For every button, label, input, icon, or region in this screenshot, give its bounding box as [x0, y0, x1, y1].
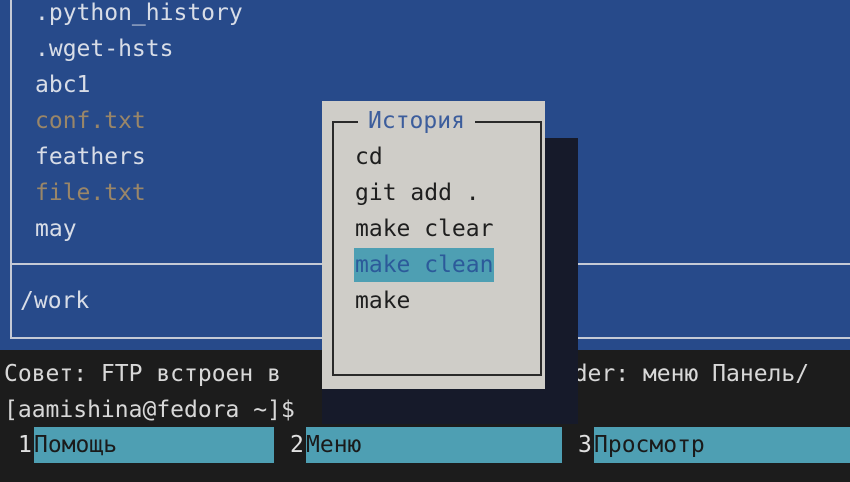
- history-item[interactable]: make: [354, 284, 411, 318]
- history-item[interactable]: cd: [354, 140, 384, 174]
- file-item[interactable]: .wget-hsts: [35, 32, 173, 66]
- fkey-number: 3: [578, 432, 592, 458]
- file-item[interactable]: .python_history: [35, 0, 243, 30]
- shell-prompt[interactable]: [aamishina@fedora ~]$: [4, 393, 295, 427]
- fkey-menu-button[interactable]: Меню: [306, 427, 562, 463]
- file-item[interactable]: file.txt: [35, 176, 146, 210]
- dialog-title: История: [358, 104, 475, 138]
- fkey-help-button[interactable]: Помощь: [34, 427, 274, 463]
- function-key-bar: 1 Помощь 2 Меню 3 Просмотр: [0, 427, 850, 463]
- history-item[interactable]: make clear: [354, 212, 494, 246]
- file-item[interactable]: may: [35, 212, 77, 246]
- hint-line-start: Совет: FTP встроен в: [4, 361, 281, 387]
- file-item[interactable]: abc1: [35, 68, 90, 102]
- fkey-number: 1: [18, 432, 32, 458]
- history-item[interactable]: git add .: [354, 176, 481, 210]
- file-item[interactable]: feathers: [35, 140, 146, 174]
- fkey-number: 2: [290, 432, 304, 458]
- history-dialog[interactable]: История cd git add . make clear make cle…: [322, 101, 545, 389]
- hint-line-end: ander: меню Панель/: [546, 361, 810, 387]
- fkey-view-button[interactable]: Просмотр: [594, 427, 850, 463]
- file-item[interactable]: conf.txt: [35, 104, 146, 138]
- current-directory: /work: [20, 288, 90, 314]
- history-item-selected[interactable]: make clean: [354, 248, 495, 282]
